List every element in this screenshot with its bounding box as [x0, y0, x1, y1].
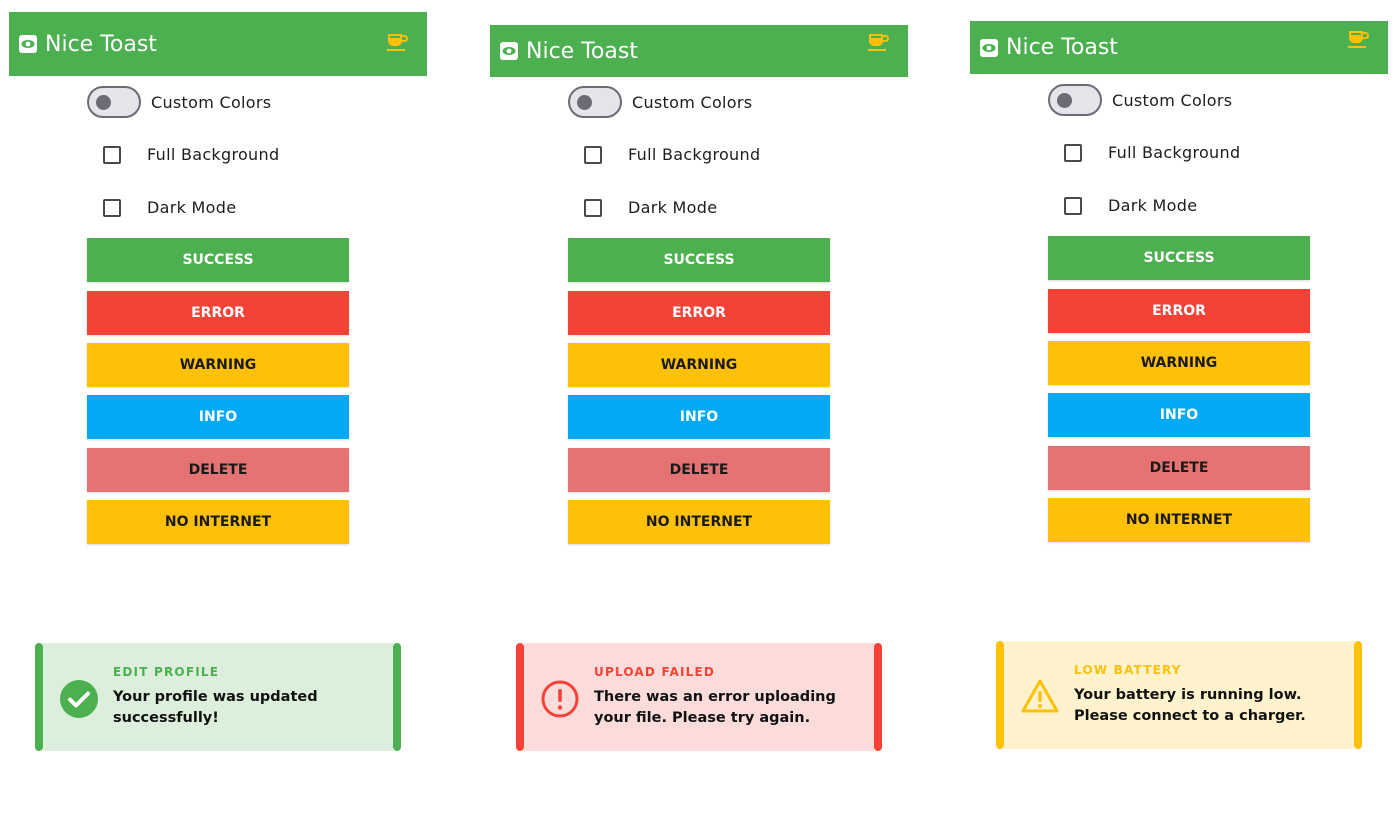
- full-background-checkbox[interactable]: [584, 145, 602, 164]
- toast-accent-left: [516, 643, 524, 751]
- delete-button[interactable]: DELETE: [1048, 446, 1310, 490]
- full-background-row[interactable]: Full Background: [584, 145, 760, 164]
- full-background-row[interactable]: Full Background: [1064, 143, 1240, 162]
- coffee-cup-icon[interactable]: [1346, 27, 1370, 51]
- toast-accent-right: [1354, 641, 1362, 749]
- app-title: Nice Toast: [1006, 35, 1118, 60]
- toast-message-line: There was an error uploading: [594, 689, 836, 705]
- dark-mode-label: Dark Mode: [147, 198, 237, 217]
- dark-mode-row[interactable]: Dark Mode: [1064, 196, 1197, 215]
- phone-screen-3: Nice Toast Custom Colors Full Background…: [970, 10, 1390, 829]
- delete-button[interactable]: DELETE: [87, 448, 349, 492]
- info-button[interactable]: INFO: [87, 395, 349, 439]
- custom-colors-switch[interactable]: [87, 86, 141, 118]
- dark-mode-row[interactable]: Dark Mode: [584, 198, 717, 217]
- toast-title: EDIT PROFILE: [113, 665, 220, 679]
- full-background-checkbox[interactable]: [1064, 143, 1082, 162]
- app-bar: Nice Toast: [970, 21, 1388, 74]
- warning-button[interactable]: WARNING: [1048, 341, 1310, 385]
- toast-accent-left: [996, 641, 1004, 749]
- custom-colors-label: Custom Colors: [151, 92, 272, 112]
- success-button[interactable]: SUCCESS: [87, 238, 349, 282]
- toast-message-line: successfully!: [113, 710, 219, 726]
- phone-screen-2: Nice Toast Custom Colors Full Background…: [490, 12, 910, 831]
- custom-colors-label: Custom Colors: [632, 92, 753, 112]
- full-background-label: Full Background: [147, 145, 280, 164]
- custom-colors-row[interactable]: Custom Colors: [1048, 84, 1232, 116]
- check-circle-icon: [59, 679, 99, 719]
- toast-message-line: Please connect to a charger.: [1074, 708, 1306, 724]
- full-background-row[interactable]: Full Background: [103, 145, 279, 164]
- error-button[interactable]: ERROR: [1048, 289, 1310, 333]
- custom-colors-row[interactable]: Custom Colors: [87, 86, 271, 118]
- toast-message: Your profile was updated successfully!: [113, 687, 363, 729]
- dark-mode-label: Dark Mode: [628, 198, 718, 217]
- custom-colors-switch[interactable]: [568, 86, 622, 118]
- full-background-label: Full Background: [628, 145, 761, 164]
- warning-toast[interactable]: LOW BATTERY Your battery is running low.…: [996, 641, 1362, 749]
- toast-body: UPLOAD FAILED There was an error uploadi…: [524, 643, 874, 751]
- toast-message: There was an error uploading your file. …: [594, 687, 844, 729]
- coffee-cup-icon[interactable]: [866, 30, 890, 54]
- toast-accent-right: [393, 643, 401, 751]
- coffee-cup-icon[interactable]: [385, 30, 409, 54]
- info-button[interactable]: INFO: [568, 395, 830, 439]
- eye-icon: [978, 37, 1000, 59]
- no-internet-button[interactable]: NO INTERNET: [568, 500, 830, 544]
- eye-icon: [498, 40, 520, 62]
- app-title: Nice Toast: [45, 31, 157, 57]
- dark-mode-checkbox[interactable]: [584, 198, 602, 217]
- custom-colors-switch[interactable]: [1048, 84, 1102, 116]
- app-bar: Nice Toast: [9, 12, 427, 76]
- error-button[interactable]: ERROR: [87, 291, 349, 335]
- app-bar: Nice Toast: [490, 25, 908, 77]
- app-title: Nice Toast: [526, 38, 638, 64]
- dark-mode-row[interactable]: Dark Mode: [103, 198, 236, 217]
- warning-button[interactable]: WARNING: [568, 343, 830, 387]
- success-button[interactable]: SUCCESS: [568, 238, 830, 282]
- toast-body: EDIT PROFILE Your profile was updated su…: [43, 643, 393, 751]
- eye-icon: [17, 33, 39, 55]
- toast-accent-left: [35, 643, 43, 751]
- error-button[interactable]: ERROR: [568, 291, 830, 335]
- error-toast[interactable]: UPLOAD FAILED There was an error uploadi…: [516, 643, 882, 751]
- phone-screen-1: Nice Toast Custom Colors Full Background…: [9, 12, 429, 831]
- toast-message-line: your file. Please try again.: [594, 710, 811, 726]
- toast-accent-right: [874, 643, 882, 751]
- full-background-checkbox[interactable]: [103, 145, 121, 164]
- full-background-label: Full Background: [1108, 143, 1241, 162]
- toast-message-line: Your profile was updated: [113, 689, 318, 705]
- toast-message-line: Your battery is running low.: [1074, 687, 1302, 703]
- toast-message: Your battery is running low. Please conn…: [1074, 685, 1324, 727]
- warning-button[interactable]: WARNING: [87, 343, 349, 387]
- custom-colors-row[interactable]: Custom Colors: [568, 86, 752, 118]
- delete-button[interactable]: DELETE: [568, 448, 830, 492]
- dark-mode-checkbox[interactable]: [1064, 196, 1082, 215]
- toast-title: LOW BATTERY: [1074, 663, 1182, 677]
- dark-mode-label: Dark Mode: [1108, 196, 1198, 215]
- no-internet-button[interactable]: NO INTERNET: [1048, 498, 1310, 542]
- dark-mode-checkbox[interactable]: [103, 198, 121, 217]
- warning-triangle-icon: [1020, 677, 1060, 717]
- success-toast[interactable]: EDIT PROFILE Your profile was updated su…: [35, 643, 401, 751]
- custom-colors-label: Custom Colors: [1112, 90, 1233, 110]
- info-button[interactable]: INFO: [1048, 393, 1310, 437]
- success-button[interactable]: SUCCESS: [1048, 236, 1310, 280]
- toast-title: UPLOAD FAILED: [594, 665, 716, 679]
- exclamation-circle-icon: [540, 679, 580, 719]
- no-internet-button[interactable]: NO INTERNET: [87, 500, 349, 544]
- toast-body: LOW BATTERY Your battery is running low.…: [1004, 641, 1354, 749]
